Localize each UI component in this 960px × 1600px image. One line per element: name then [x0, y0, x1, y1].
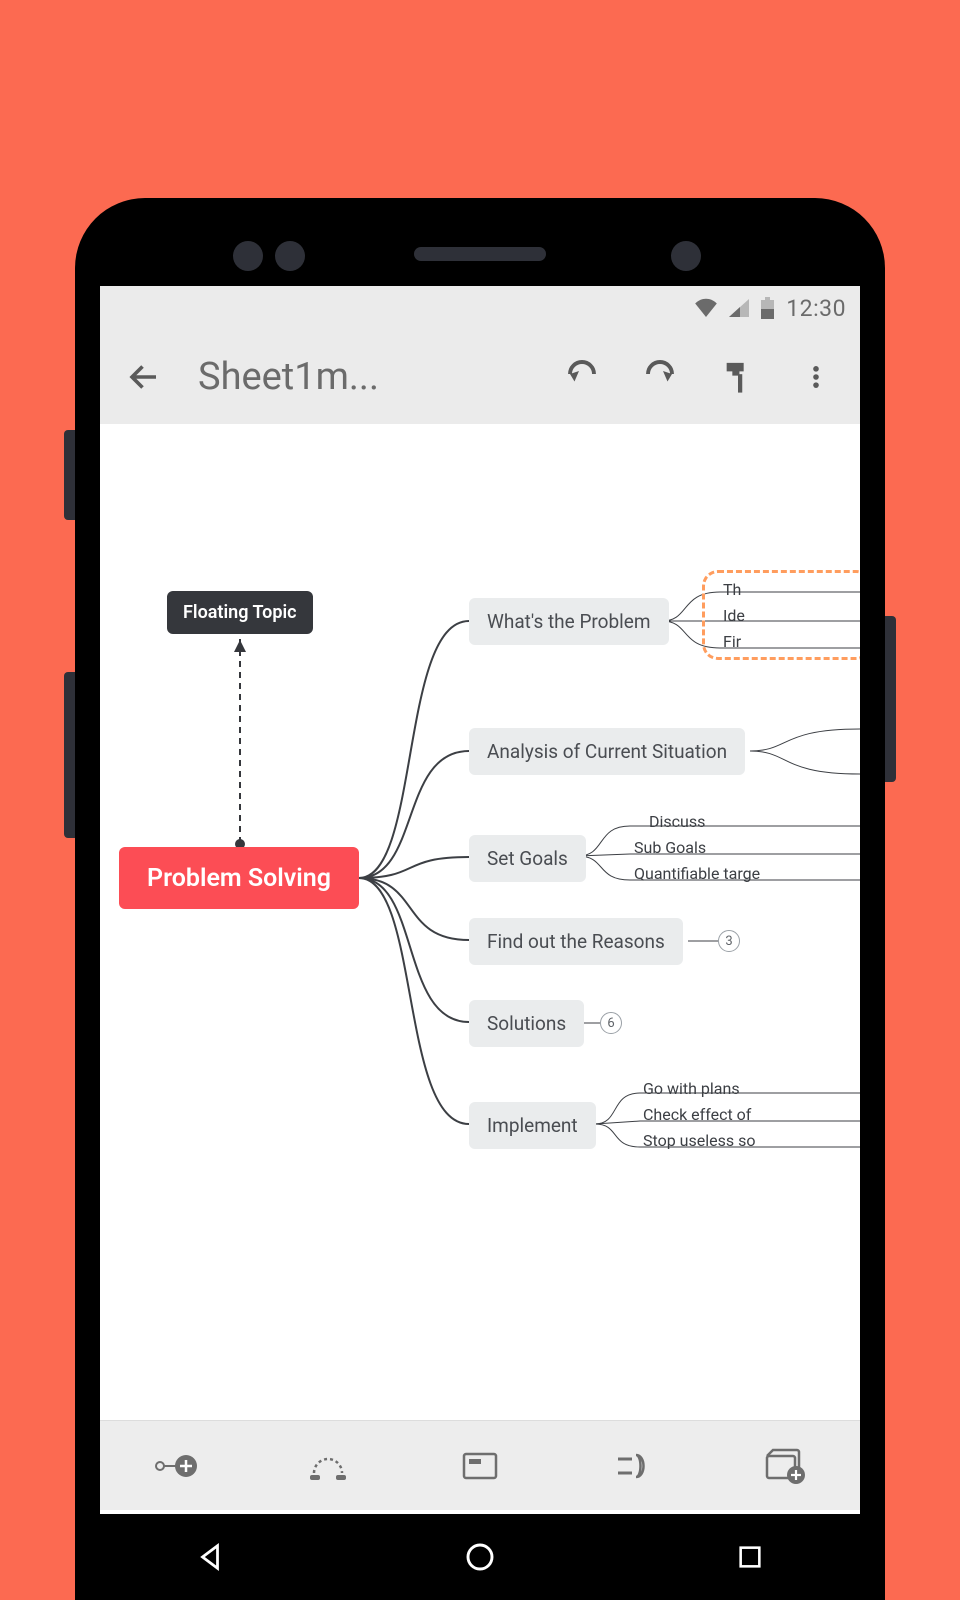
subtopic-label[interactable]: Fir [723, 632, 741, 651]
phone-speaker [414, 247, 546, 261]
summary-button[interactable] [600, 1434, 664, 1498]
bottom-toolbar [100, 1420, 860, 1510]
branch-node-implement[interactable]: Implement [469, 1102, 596, 1149]
wifi-icon [695, 299, 717, 317]
branch-node-goals[interactable]: Set Goals [469, 835, 586, 882]
system-nav-bar [75, 1514, 885, 1600]
phone-camera-dot [275, 241, 305, 271]
system-recents-button[interactable] [720, 1527, 780, 1587]
subtopic-label[interactable]: Check effect of [643, 1105, 751, 1124]
app-bar: Sheet1m... [100, 330, 860, 424]
subtopic-label[interactable]: Sub Goals [634, 838, 706, 857]
branch-node-problem[interactable]: What's the Problem [469, 598, 669, 645]
note-button[interactable] [448, 1434, 512, 1498]
add-sheet-button[interactable] [752, 1434, 816, 1498]
screen: 12:30 Sheet1m... [100, 286, 860, 1600]
cellular-icon [729, 299, 749, 317]
relationship-button[interactable] [296, 1434, 360, 1498]
subtopic-label[interactable]: Quantifiable targe [634, 864, 760, 883]
phone-camera-dot [671, 241, 701, 271]
battery-icon [761, 297, 774, 319]
format-button[interactable] [714, 353, 762, 401]
collapsed-count-badge[interactable]: 3 [718, 930, 740, 952]
subtopic-label[interactable]: Stop useless so [643, 1131, 755, 1150]
sheet-title[interactable]: Sheet1m... [198, 355, 528, 399]
undo-button[interactable] [558, 353, 606, 401]
phone-frame: 12:30 Sheet1m... [75, 198, 885, 1600]
subtopic-label[interactable]: Th [723, 580, 741, 599]
back-button[interactable] [120, 353, 168, 401]
floating-topic-node[interactable]: Floating Topic [167, 591, 313, 634]
subtopic-label[interactable]: Discuss [649, 812, 705, 831]
branch-node-solutions[interactable]: Solutions [469, 1000, 584, 1047]
system-home-button[interactable] [450, 1527, 510, 1587]
phone-camera-dot [233, 241, 263, 271]
more-button[interactable] [792, 353, 840, 401]
system-back-button[interactable] [180, 1527, 240, 1587]
subtopic-label[interactable]: Ide [723, 606, 745, 625]
status-bar: 12:30 [100, 286, 860, 330]
mindmap-canvas[interactable]: Floating Topic Problem Solving What's th… [100, 424, 860, 1510]
branch-node-reasons[interactable]: Find out the Reasons [469, 918, 683, 965]
central-topic-node[interactable]: Problem Solving [119, 847, 359, 909]
subtopic-label[interactable]: Go with plans [643, 1079, 740, 1098]
redo-button[interactable] [636, 353, 684, 401]
status-time: 12:30 [786, 295, 846, 322]
branch-node-analysis[interactable]: Analysis of Current Situation [469, 728, 745, 775]
collapsed-count-badge[interactable]: 6 [600, 1012, 622, 1034]
add-subtopic-button[interactable] [144, 1434, 208, 1498]
